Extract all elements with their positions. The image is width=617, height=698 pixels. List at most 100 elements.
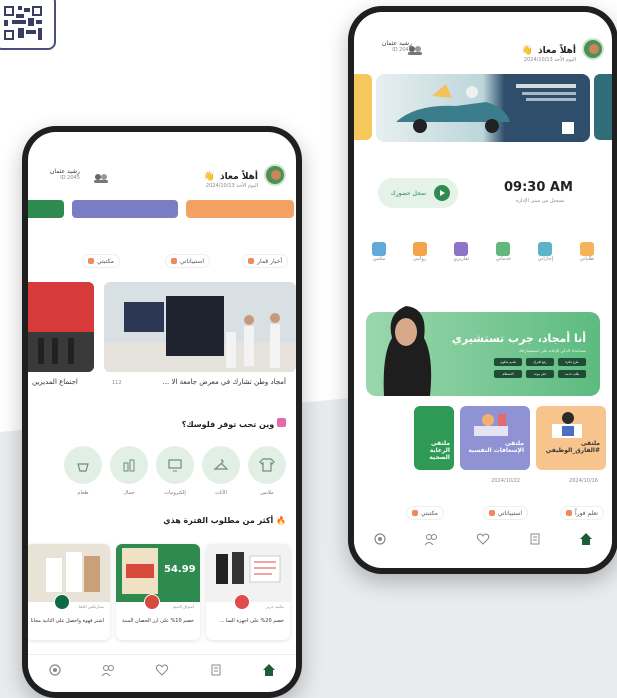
chart-icon (496, 242, 511, 256)
greeting: أهلاً معاذ 👋 اليوم الأحد 2024/10/13 (522, 38, 576, 63)
banner-main[interactable] (376, 74, 590, 142)
secondary-user[interactable]: رشيد عثمان ID 2045 (50, 168, 80, 181)
promo-tag[interactable]: طلب خدمة (558, 370, 586, 378)
check-in-button[interactable]: سجل حضورك (378, 178, 458, 208)
nav-survey[interactable] (526, 530, 544, 548)
course-illustration (552, 412, 582, 438)
deal-image (28, 544, 110, 602)
course-title: ملتقى الإسعافات النفسية (468, 440, 524, 455)
shirt-icon (259, 458, 275, 472)
quick-icon-2[interactable]: رواتبي (412, 242, 427, 268)
nav-health[interactable] (153, 661, 171, 679)
nav-health[interactable] (474, 530, 492, 548)
course-meta: 2024/10/16 (569, 478, 598, 484)
course-card-2[interactable]: ملتقى الإسعافات النفسية (460, 406, 530, 470)
nav-home[interactable] (260, 661, 278, 679)
tv-icon (168, 459, 182, 472)
survey-icon (211, 664, 221, 675)
quick-icon-label: رواتبي (412, 256, 427, 262)
chip-surveys[interactable]: استبياناتي (482, 506, 528, 520)
promo-tag[interactable]: رفع اقتراح (526, 358, 554, 366)
promo-subtitle: مساعدك الذكي للإجابة على استفساراتك (518, 348, 586, 353)
summary-card-purple[interactable] (72, 200, 178, 218)
course-card-3[interactable]: ملتقى الرعاية الصحية (414, 406, 454, 470)
front-phone: أهلاً معاذ 👋 اليوم الأحد 2024/10/13 رشيد… (22, 126, 302, 698)
briefcase-icon (579, 242, 594, 256)
quick-icon-label: خدماتي (495, 256, 512, 262)
summary-card-green[interactable] (28, 200, 64, 218)
greeting: أهلاً معاذ 👋 اليوم الأحد 2024/10/13 (204, 164, 258, 189)
chip-icon (170, 258, 177, 264)
category-electronics[interactable] (156, 446, 194, 484)
health-icon (155, 663, 169, 676)
news-caption-1: أمجاد وطن تشارك في معرض جامعة الا ... (162, 378, 286, 386)
nav-people[interactable] (99, 661, 117, 679)
deal-card-1[interactable]: مكتبة جرير خصم 20% على أجهزة السا ... (206, 544, 290, 640)
quick-icon-3[interactable]: تقاريري (453, 242, 469, 268)
car-illustration (396, 84, 576, 134)
gift-icon (277, 418, 286, 427)
chip-learn[interactable]: تعلم فوراً (560, 506, 604, 520)
category-clothes[interactable] (248, 446, 286, 484)
assistant-promo-card[interactable]: أنا أمجاد، جرب تستشيري مساعدك الذكي للإج… (366, 306, 600, 396)
category-beauty[interactable] (110, 446, 148, 484)
secondary-user-name: رشيد عثمان (50, 168, 80, 175)
promo-tag[interactable]: طرح فكرة (558, 358, 586, 366)
nav-survey[interactable] (207, 661, 225, 679)
course-title: ملتقى #الفارق_الوظيفي (545, 440, 600, 455)
quick-icon-1[interactable]: مكتبي (372, 242, 386, 268)
news-image-1[interactable] (104, 282, 296, 372)
people-icon (102, 664, 115, 676)
qr-code (0, 0, 56, 50)
promo-tag[interactable]: تقديم شكوى (494, 358, 522, 366)
news-image-2[interactable] (28, 282, 94, 372)
settings-icon (374, 533, 386, 545)
chip-surveys[interactable]: استبياناتي (164, 254, 210, 268)
bottom-nav (354, 524, 612, 554)
nav-settings[interactable] (371, 530, 389, 548)
back-phone: أهلاً معاذ 👋 اليوم الأحد 2024/10/13 رشيد… (348, 6, 617, 574)
promo-tag[interactable]: حجز موعد (526, 370, 554, 378)
deal-card-2[interactable]: 54.99 أسواق العثيم خصم 10% على أرز الحصا… (116, 544, 200, 640)
nav-home[interactable] (577, 530, 595, 548)
assistant-avatar (376, 294, 436, 396)
user-avatar[interactable] (582, 38, 604, 60)
deal-title: خصم 10% على أرز الحصان المبنة (121, 618, 194, 624)
group-icon (408, 40, 422, 55)
chip-library[interactable]: مكتبتي (406, 506, 444, 520)
news-caption-2: اجتماع المديرين (32, 378, 78, 386)
banner-next[interactable] (594, 74, 612, 140)
calendar-icon (412, 242, 427, 256)
nav-people[interactable] (422, 530, 440, 548)
quick-icon-4[interactable]: خدماتي (496, 242, 511, 268)
category-food[interactable] (64, 446, 102, 484)
deal-card-3[interactable]: ستاربكس العليا اشتر قهوة واحصل على الثان… (28, 544, 110, 640)
promo-title: أنا أمجاد، جرب تستشيري (451, 332, 586, 345)
deal-store: ستاربكس العليا (78, 604, 104, 609)
hanger-icon (213, 459, 229, 470)
wallet-icon (538, 242, 553, 256)
category-label: ملابس (260, 490, 274, 496)
quick-icon-6[interactable]: طلباتي (580, 242, 594, 268)
deal-store: أسواق العثيم (172, 604, 194, 609)
promo-tag[interactable]: الاستعلام (494, 370, 522, 378)
category-label: جمال (123, 490, 135, 496)
play-icon (434, 185, 450, 201)
chip-library[interactable]: مكتبتي (82, 254, 120, 268)
category-furniture[interactable] (202, 446, 240, 484)
nav-settings[interactable] (46, 661, 64, 679)
quick-icon-5[interactable]: إجازاتي (538, 242, 553, 268)
chip-news[interactable]: أخبار قمار (242, 254, 288, 268)
deal-store: مكتبة جرير (265, 604, 284, 609)
banner-prev[interactable] (354, 74, 372, 140)
user-avatar[interactable] (264, 164, 286, 186)
summary-card-orange[interactable] (186, 200, 294, 218)
chip-icon (488, 510, 495, 516)
category-label: الأثاث (215, 490, 227, 496)
clock-subtitle: تسجيل من مبنى الإدارة (516, 198, 565, 204)
video-icon (372, 242, 386, 256)
shopping-title: وين تحب توفر فلوسك؟ (182, 418, 286, 429)
course-card-1[interactable]: ملتقى #الفارق_الوظيفي (536, 406, 606, 470)
qr-icon (4, 6, 42, 40)
news-count: 112 (112, 380, 122, 386)
